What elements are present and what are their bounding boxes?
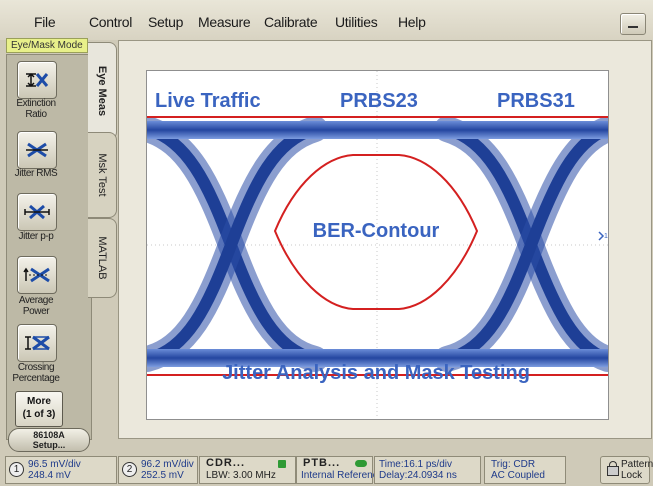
menu-setup[interactable]: Setup <box>148 14 183 30</box>
menu-bar: File Control Setup Measure Calibrate Uti… <box>0 0 653 40</box>
tab-eye-meas[interactable]: Eye Meas <box>88 42 117 140</box>
channel-2-badge: 2 <box>122 462 137 477</box>
tab-eye-meas-label: Eye Meas <box>96 65 108 117</box>
timebase-scale: Time:16.1 ps/div <box>379 459 452 470</box>
jitter-pp-button[interactable] <box>17 193 57 231</box>
label-prbs31: PRBS31 <box>497 90 575 112</box>
eye-diagram: Live Traffic PRBS23 PRBS31 BER-Contour J… <box>147 71 608 419</box>
setup-label: Setup... <box>32 440 66 450</box>
channel-1-badge: 1 <box>9 462 24 477</box>
average-power-label: Average Power <box>18 295 54 317</box>
ptb-status[interactable]: PTB... Internal Reference <box>296 456 383 484</box>
more-label: More <box>27 396 51 407</box>
jitter-rms-label: Jitter RMS <box>14 168 58 179</box>
extinction-ratio-icon <box>26 72 49 88</box>
average-power-icon <box>23 267 50 283</box>
tab-matlab[interactable]: MATLAB <box>88 218 117 298</box>
timebase-status[interactable]: Time:16.1 ps/div Delay:24.0934 ns <box>374 456 481 484</box>
trigger-status[interactable]: Trig: CDR AC Coupled <box>484 456 566 484</box>
lock-icon <box>607 461 619 476</box>
status-bar: 1 96.5 mV/div 248.4 mV 2 96.2 mV/div 252… <box>0 452 653 486</box>
channel-1-status[interactable]: 1 96.5 mV/div 248.4 mV <box>5 456 117 484</box>
module-setup-button[interactable]: 86108A Setup... <box>8 428 90 452</box>
ptb-reference: Internal Reference <box>301 470 384 481</box>
menu-utilities[interactable]: Utilities <box>335 14 378 30</box>
trigger-coupling: AC Coupled <box>491 470 545 481</box>
tab-matlab-label: MATLAB <box>96 236 108 280</box>
jitter-rms-icon <box>26 142 48 158</box>
mode-label: Eye/Mask Mode <box>6 38 88 53</box>
ptb-title: PTB... <box>303 457 341 469</box>
average-power-button[interactable] <box>17 256 57 294</box>
trigger-source: Trig: CDR <box>491 459 536 470</box>
svg-text:1: 1 <box>604 233 608 240</box>
more-button[interactable]: More (1 of 3) <box>15 391 63 427</box>
label-jitter-analysis: Jitter Analysis and Mask Testing <box>222 362 530 384</box>
extinction-ratio-button[interactable] <box>17 61 57 99</box>
pattern-lock-line1: Pattern <box>621 459 653 470</box>
crossing-percentage-icon <box>25 335 50 351</box>
timebase-delay: Delay:24.0934 ns <box>379 470 457 481</box>
pattern-lock-line2: Lock <box>621 470 643 481</box>
channel-marker[interactable]: 1 <box>598 231 608 241</box>
channel-1-scale: 96.5 mV/div <box>28 459 81 470</box>
minimize-button[interactable] <box>620 13 646 35</box>
eye-top-rail <box>147 121 608 139</box>
measurement-panel: Extinction Ratio Jitter RMS Jitter p-p A… <box>6 54 92 440</box>
more-page-label: (1 of 3) <box>22 409 56 420</box>
cdr-title: CDR... <box>206 457 245 469</box>
menu-measure[interactable]: Measure <box>198 14 251 30</box>
crossing-percentage-label: Crossing Percentage <box>12 362 60 384</box>
channel-2-scale: 96.2 mV/div <box>141 459 194 470</box>
pattern-lock-button[interactable]: Pattern Lock <box>600 456 653 484</box>
channel-1-offset: 248.4 mV <box>28 470 71 481</box>
cdr-loop-bandwidth: LBW: 3.00 MHz <box>206 470 276 481</box>
menu-control[interactable]: Control <box>89 14 132 30</box>
tab-msk-test-label: Msk Test <box>96 153 108 197</box>
minimize-icon <box>628 26 638 28</box>
jitter-rms-button[interactable] <box>17 131 57 169</box>
module-name: 86108A <box>33 430 65 440</box>
cdr-status[interactable]: CDR... LBW: 3.00 MHz <box>199 456 296 484</box>
tab-strip: Eye Meas Msk Test MATLAB <box>88 40 118 300</box>
crossing-percentage-button[interactable] <box>17 324 57 362</box>
channel-2-status[interactable]: 2 96.2 mV/div 252.5 mV <box>118 456 198 484</box>
cdr-lock-icon <box>278 460 286 468</box>
jitter-pp-icon <box>24 204 50 220</box>
extinction-ratio-label: Extinction Ratio <box>16 98 56 120</box>
label-ber-contour: BER-Contour <box>313 220 440 242</box>
menu-file[interactable]: File <box>34 14 56 30</box>
label-live-traffic: Live Traffic <box>155 90 261 112</box>
label-prbs23: PRBS23 <box>340 90 418 112</box>
menu-calibrate[interactable]: Calibrate <box>264 14 318 30</box>
jitter-pp-label: Jitter p-p <box>18 231 54 242</box>
ptb-status-icon <box>355 460 367 467</box>
channel-2-offset: 252.5 mV <box>141 470 184 481</box>
menu-help[interactable]: Help <box>398 14 426 30</box>
eye-diagram-display: Live Traffic PRBS23 PRBS31 BER-Contour J… <box>146 70 609 420</box>
tab-msk-test[interactable]: Msk Test <box>88 132 117 218</box>
